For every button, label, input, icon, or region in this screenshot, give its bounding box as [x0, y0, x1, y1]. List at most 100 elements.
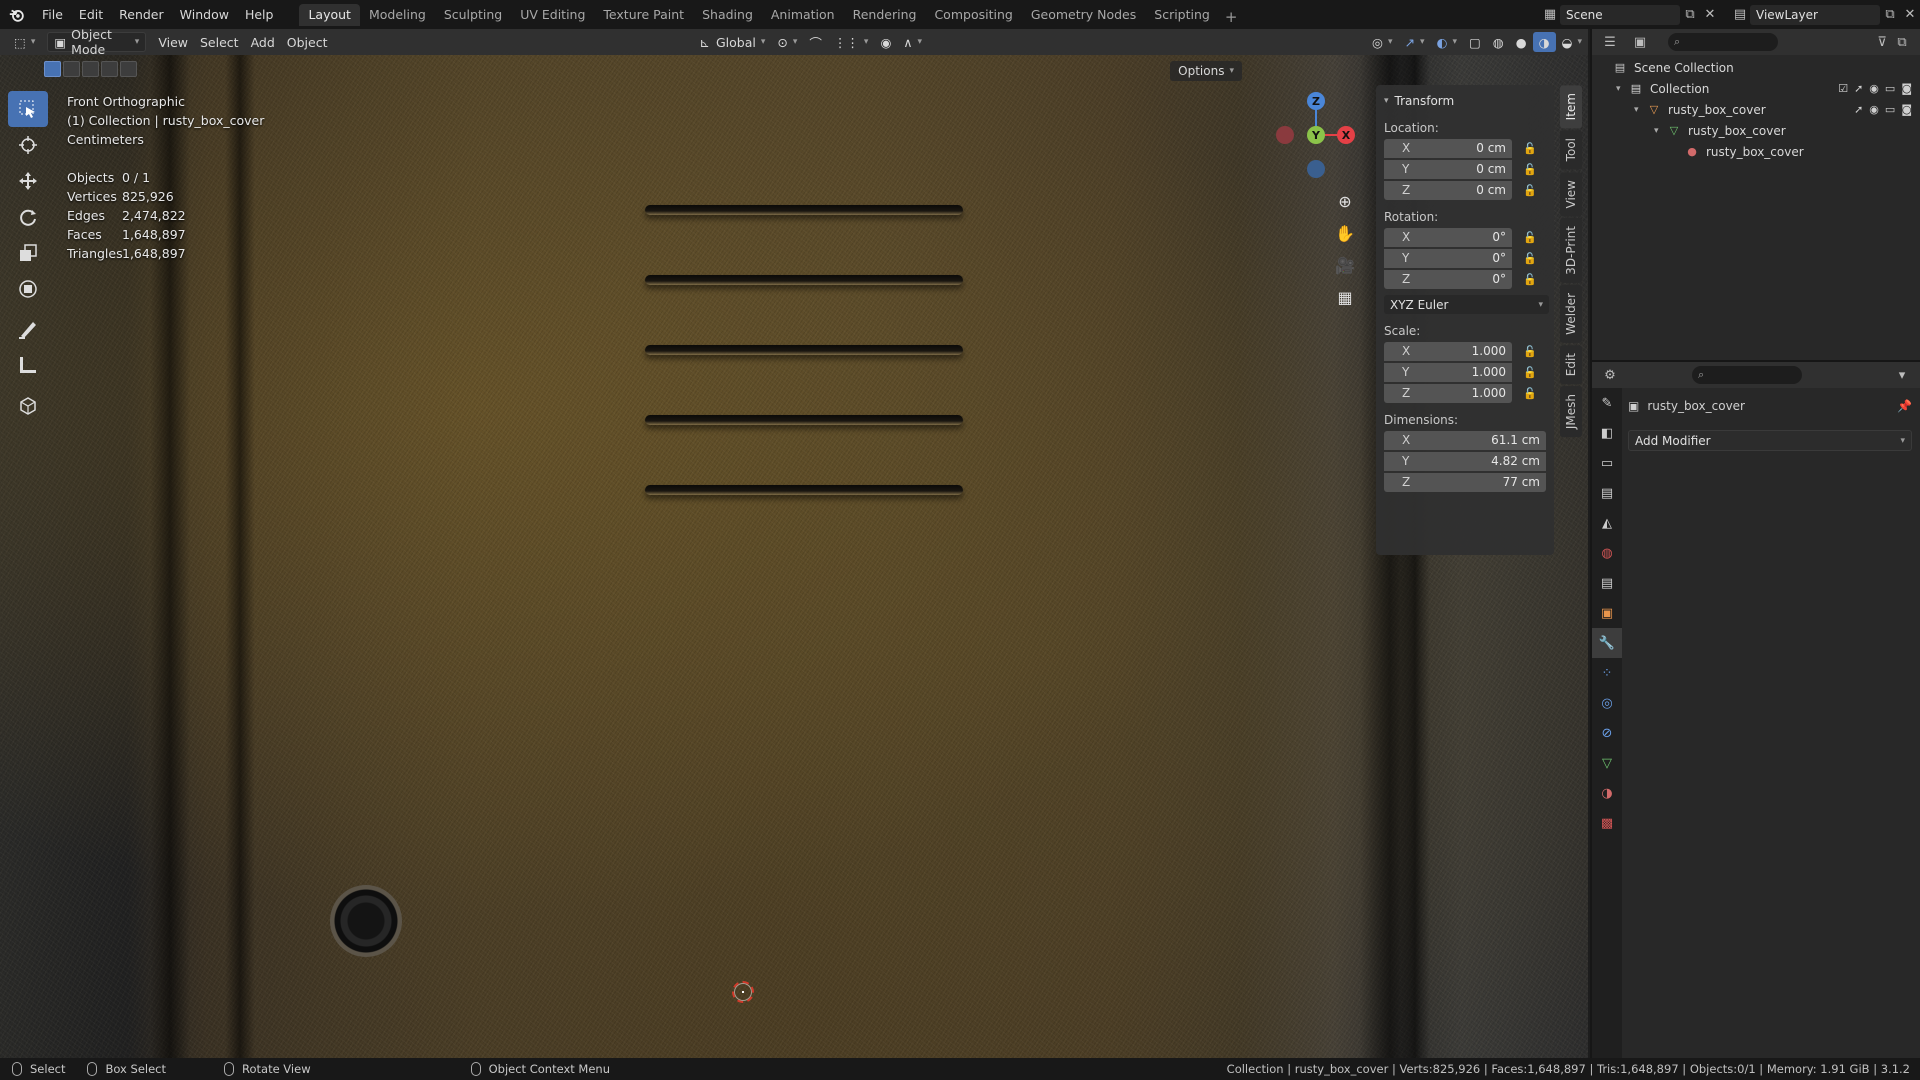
menu-object[interactable]: Object: [281, 32, 334, 52]
lock-icon[interactable]: 🔓: [1520, 273, 1540, 286]
constraints-tab-icon[interactable]: ⊘: [1592, 718, 1622, 748]
menu-select[interactable]: Select: [194, 32, 245, 52]
outliner-row-object[interactable]: ▾ ▽ rusty_box_cover ➚ ◉ ▭ ◙: [1592, 99, 1920, 120]
delete-scene-icon[interactable]: ✕: [1700, 5, 1720, 25]
monitor-icon[interactable]: ▭: [1885, 103, 1895, 116]
lock-icon[interactable]: 🔓: [1520, 142, 1540, 155]
rotation-z-field[interactable]: Z 0°: [1384, 269, 1512, 289]
scale-x-field[interactable]: X 1.000: [1384, 341, 1512, 361]
outliner-row-mesh-data[interactable]: ▾ ▽ rusty_box_cover: [1592, 120, 1920, 141]
select-new-icon[interactable]: [44, 61, 61, 77]
tab-scripting[interactable]: Scripting: [1145, 4, 1219, 26]
tab-modeling[interactable]: Modeling: [360, 4, 435, 26]
falloff-icon[interactable]: ∧ ▾: [897, 32, 928, 52]
add-cube-tool-icon[interactable]: [8, 387, 48, 423]
menu-view[interactable]: View: [152, 32, 194, 52]
mode-dropdown[interactable]: ▣ Object Mode ▾: [47, 27, 147, 57]
visibility-icon[interactable]: ◎ ▾: [1366, 32, 1398, 52]
view-layer-icon[interactable]: ▤: [1730, 5, 1750, 25]
view-layer-field[interactable]: ViewLayer: [1750, 4, 1880, 25]
delete-view-layer-icon[interactable]: ✕: [1900, 5, 1920, 25]
select-arrow-icon[interactable]: ➚: [1854, 82, 1863, 95]
pan-hand-icon[interactable]: ✋: [1334, 217, 1356, 249]
eye-icon[interactable]: ◉: [1869, 103, 1879, 116]
tab-animation[interactable]: Animation: [762, 4, 844, 26]
location-y-field[interactable]: Y 0 cm: [1384, 159, 1512, 179]
menu-render[interactable]: Render: [111, 4, 172, 26]
render-tab-icon[interactable]: ◧: [1592, 418, 1622, 448]
menu-window[interactable]: Window: [172, 4, 237, 26]
object-tab-icon[interactable]: ▣: [1592, 598, 1622, 628]
cursor-tool-icon[interactable]: [8, 127, 48, 163]
tab-item[interactable]: Item: [1560, 85, 1582, 129]
data-tab-icon[interactable]: ▽: [1592, 748, 1622, 778]
expand-icon[interactable]: ▾: [1654, 126, 1666, 136]
gizmo-y-axis[interactable]: Y: [1307, 126, 1325, 144]
wireframe-shading-icon[interactable]: ◍: [1487, 32, 1510, 52]
new-collection-icon[interactable]: ⧉: [1892, 32, 1912, 52]
menu-add[interactable]: Add: [245, 32, 281, 52]
tab-sculpting[interactable]: Sculpting: [435, 4, 511, 26]
new-view-layer-icon[interactable]: ⧉: [1880, 5, 1900, 25]
view-layer-tab-icon[interactable]: ▤: [1592, 478, 1622, 508]
ortho-grid-icon[interactable]: ▦: [1334, 281, 1356, 313]
editor-type-icon[interactable]: ⬚ ▾: [8, 32, 41, 52]
material-shading-icon[interactable]: ◑: [1532, 32, 1556, 52]
display-mode-icon[interactable]: ▣: [1630, 32, 1650, 52]
location-z-field[interactable]: Z 0 cm: [1384, 180, 1512, 200]
physics-tab-icon[interactable]: ◎: [1592, 688, 1622, 718]
gizmo-z-axis[interactable]: Z: [1307, 92, 1325, 110]
dimension-y-field[interactable]: Y 4.82 cm: [1384, 451, 1546, 471]
select-subtract-icon[interactable]: [82, 61, 99, 77]
camera-icon[interactable]: ◙: [1901, 82, 1912, 95]
scene-tab-icon[interactable]: ◭: [1592, 508, 1622, 538]
menu-help[interactable]: Help: [237, 4, 282, 26]
expand-icon[interactable]: ▾: [1634, 105, 1646, 115]
pivot-point-icon[interactable]: ⊙ ▾: [771, 32, 803, 52]
tab-layout[interactable]: Layout: [299, 4, 360, 26]
outliner-editor-type-icon[interactable]: ☰: [1600, 32, 1620, 52]
outliner-row-scene-collection[interactable]: ▤ Scene Collection: [1592, 57, 1920, 78]
xray-toggle-icon[interactable]: ▢: [1463, 32, 1487, 52]
menu-file[interactable]: File: [34, 4, 71, 26]
location-x-field[interactable]: X 0 cm: [1384, 138, 1512, 158]
rotation-mode-dropdown[interactable]: XYZ Euler ▾: [1384, 295, 1549, 314]
expand-icon[interactable]: ▾: [1616, 84, 1628, 94]
outliner-search-input[interactable]: ⌕: [1668, 33, 1778, 51]
dimension-x-field[interactable]: X 61.1 cm: [1384, 430, 1546, 450]
camera-icon[interactable]: ◙: [1901, 103, 1912, 116]
gizmo-neg-x-axis[interactable]: [1276, 126, 1294, 144]
3d-viewport[interactable]: Front Orthographic (1) Collection | rust…: [0, 55, 1588, 1058]
output-tab-icon[interactable]: ▭: [1592, 448, 1622, 478]
proportional-edit-icon[interactable]: ◉: [874, 32, 897, 52]
add-workspace-icon[interactable]: +: [1219, 8, 1244, 26]
particles-tab-icon[interactable]: ⁘: [1592, 658, 1622, 688]
tab-3d-print[interactable]: 3D-Print: [1560, 218, 1582, 283]
select-arrow-icon[interactable]: ➚: [1854, 103, 1863, 116]
tab-view[interactable]: View: [1560, 171, 1582, 217]
collection-tab-icon[interactable]: ▤: [1592, 568, 1622, 598]
solid-shading-icon[interactable]: ●: [1510, 32, 1533, 52]
outliner-row-material[interactable]: ● rusty_box_cover: [1592, 141, 1920, 162]
new-scene-icon[interactable]: ⧉: [1680, 5, 1700, 25]
pin-icon[interactable]: 📌: [1897, 399, 1912, 413]
transform-panel-header[interactable]: ▾ Transform: [1384, 91, 1546, 111]
options-dropdown[interactable]: Options ▾: [1170, 61, 1242, 81]
lock-icon[interactable]: 🔓: [1520, 252, 1540, 265]
properties-editor-type-icon[interactable]: ⚙: [1600, 365, 1620, 385]
eye-icon[interactable]: ◉: [1869, 82, 1879, 95]
tab-uv-editing[interactable]: UV Editing: [511, 4, 594, 26]
lock-icon[interactable]: 🔓: [1520, 184, 1540, 197]
tab-tool[interactable]: Tool: [1560, 130, 1582, 170]
filter-icon[interactable]: ⊽: [1872, 32, 1892, 52]
scale-tool-icon[interactable]: [8, 235, 48, 271]
lock-icon[interactable]: 🔓: [1520, 163, 1540, 176]
scene-icon[interactable]: ▦: [1540, 5, 1560, 25]
rotation-x-field[interactable]: X 0°: [1384, 227, 1512, 247]
zoom-icon[interactable]: ⊕: [1334, 185, 1356, 217]
dimension-z-field[interactable]: Z 77 cm: [1384, 472, 1546, 492]
tab-compositing[interactable]: Compositing: [925, 4, 1021, 26]
world-tab-icon[interactable]: ◍: [1592, 538, 1622, 568]
rendered-shading-icon[interactable]: ◒ ▾: [1556, 32, 1588, 52]
scale-y-field[interactable]: Y 1.000: [1384, 362, 1512, 382]
